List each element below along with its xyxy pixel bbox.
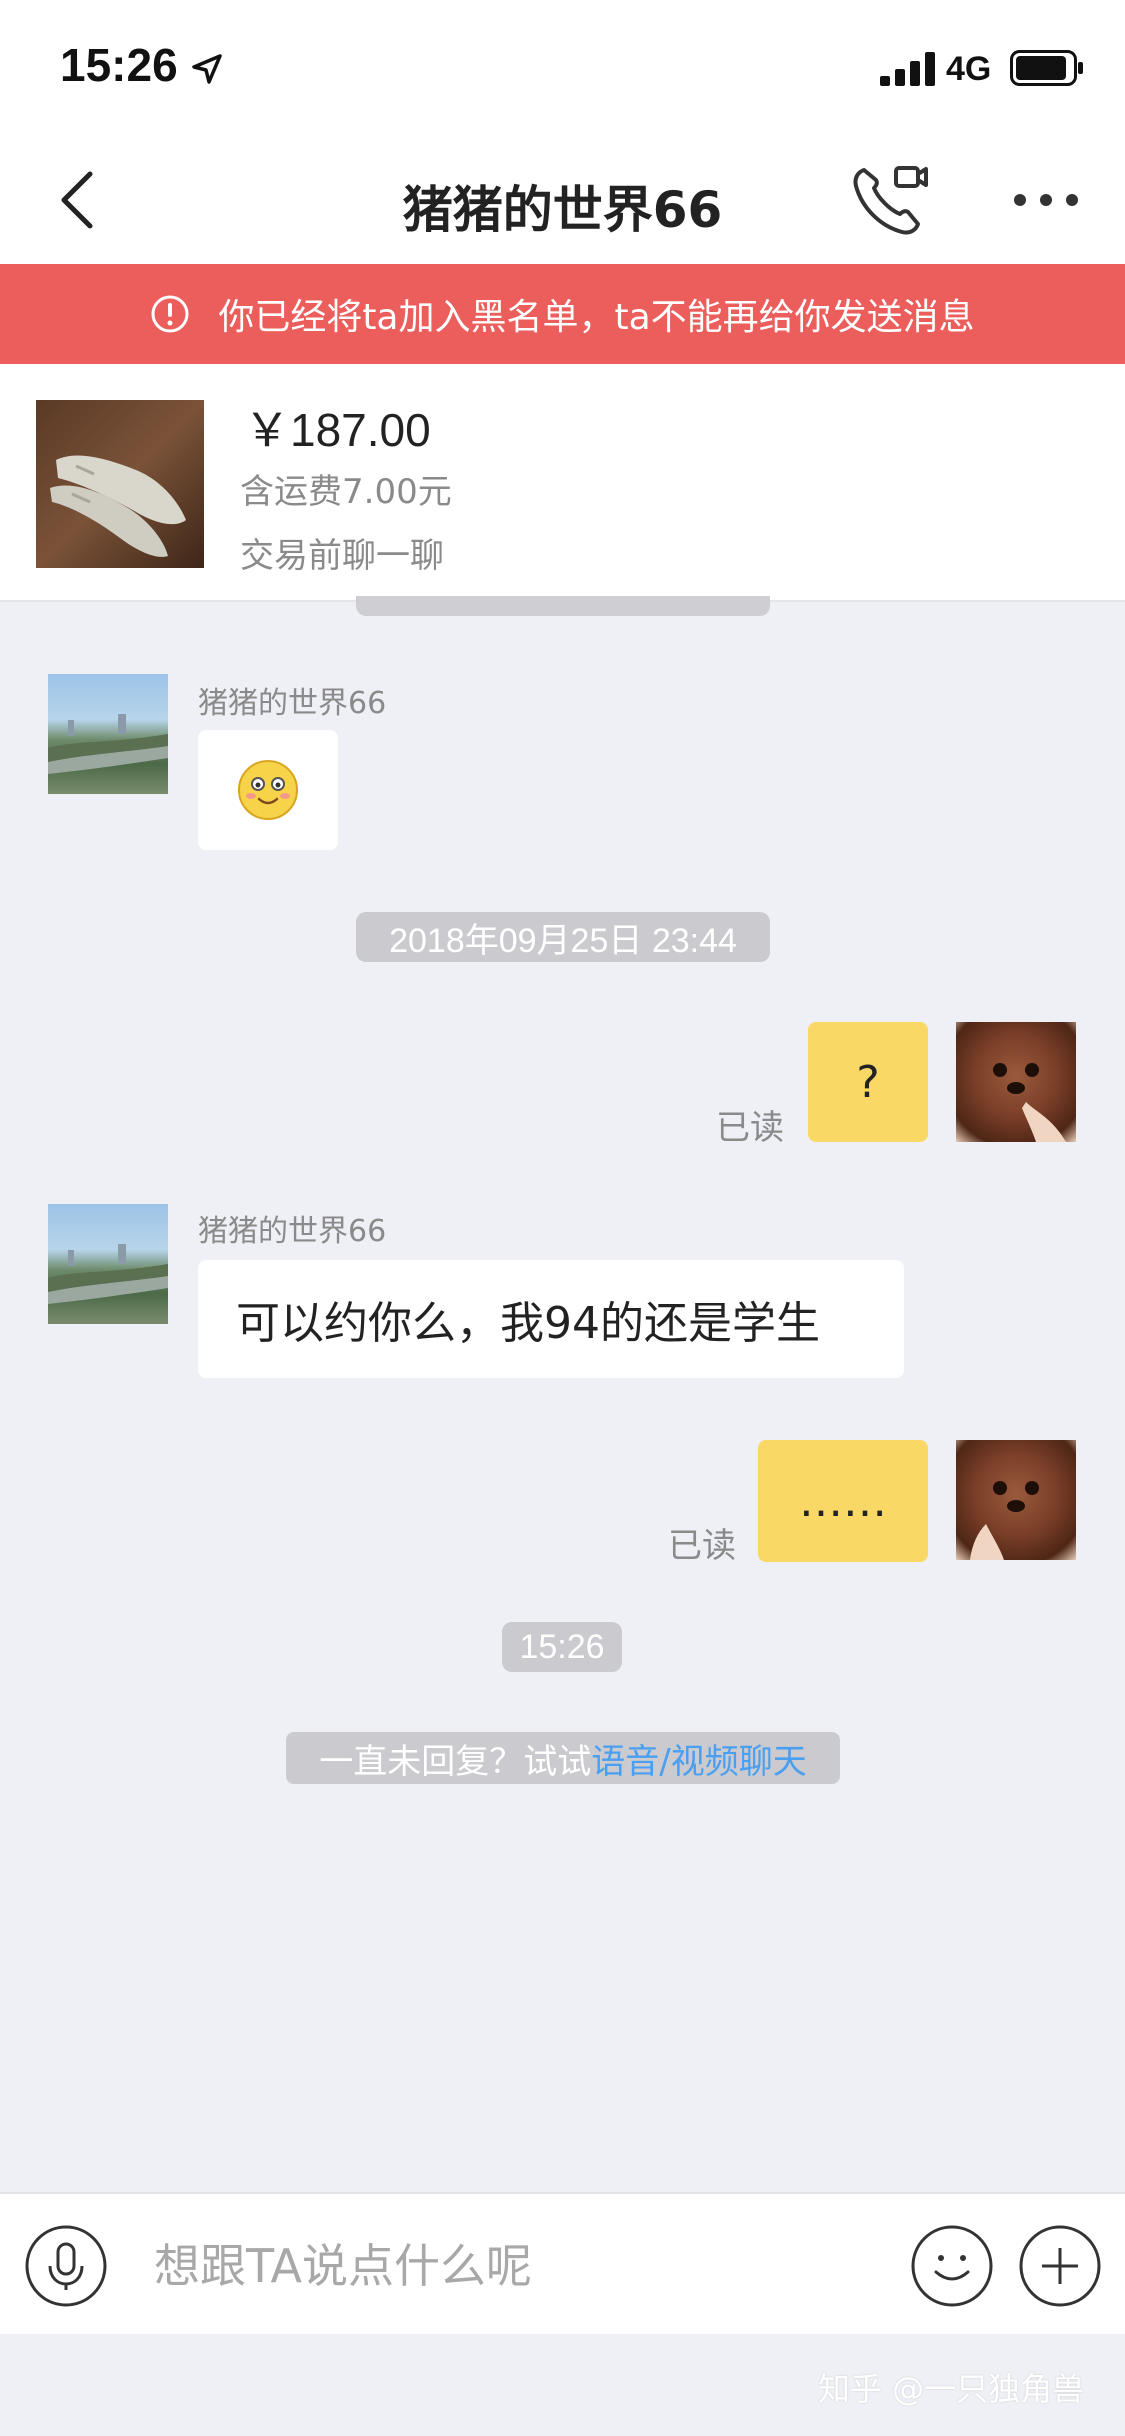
info-icon <box>151 295 189 333</box>
network-label: 4G <box>946 50 992 88</box>
read-status: 已读 <box>668 1526 736 1566</box>
battery-icon <box>1010 50 1083 86</box>
nav-bar: 猪猪的世界66 <box>0 136 1125 264</box>
location-arrow-icon <box>192 54 222 84</box>
my-avatar[interactable] <box>956 1022 1076 1142</box>
shipping-fee: 含运费7.00元 <box>240 472 452 512</box>
incoming-text-bubble[interactable]: 可以约你么，我94的还是学生 <box>198 1260 904 1378</box>
contact-avatar[interactable] <box>48 674 168 794</box>
video-call-icon[interactable] <box>850 162 930 238</box>
dog-photo <box>993 1063 1066 1142</box>
status-time: 15:26 <box>60 39 178 91</box>
read-status: 已读 <box>716 1108 784 1148</box>
landscape-photo <box>48 714 168 774</box>
watermark: 知乎 @一只独角兽 <box>818 2370 1085 2408</box>
incoming-emoji-bubble[interactable] <box>198 730 338 850</box>
call-hint: 一直未回复？试试 语音/视频聊天 <box>286 1732 840 1784</box>
contact-avatar[interactable] <box>48 1204 168 1324</box>
plus-icon[interactable] <box>1018 2224 1102 2308</box>
landscape-photo <box>48 1244 168 1304</box>
emoji-icon[interactable] <box>910 2224 994 2308</box>
timestamp-pill: 15:26 <box>502 1622 622 1672</box>
sender-name: 猪猪的世界66 <box>198 1214 387 1249</box>
blacklist-banner: 你已经将ta加入黑名单，ta不能再给你发送消息 <box>0 264 1125 364</box>
shoe-icon <box>50 455 186 557</box>
outgoing-bubble[interactable]: …… <box>758 1440 928 1562</box>
signal-icon <box>880 52 935 86</box>
microphone-icon[interactable] <box>24 2224 108 2308</box>
product-subtitle: 交易前聊一聊 <box>240 536 444 576</box>
sender-name: 猪猪的世界66 <box>198 686 387 721</box>
hidden-timestamp-pill <box>356 596 770 616</box>
more-icon[interactable] <box>1010 182 1082 218</box>
product-image[interactable] <box>36 400 204 568</box>
status-bar: 15:26 4G <box>0 0 1125 136</box>
dog-photo <box>970 1481 1039 1560</box>
my-avatar[interactable] <box>956 1440 1076 1560</box>
chat-title: 猪猪的世界66 <box>402 181 723 239</box>
timestamp-pill: 2018年09月25日 23:44 <box>356 912 770 962</box>
message-input[interactable] <box>154 2230 874 2302</box>
input-bar <box>0 2192 1125 2334</box>
hint-text: 一直未回复？试试 <box>319 1741 592 1782</box>
voice-video-chat-link[interactable]: 语音/视频聊天 <box>591 1734 806 1783</box>
banner-text: 你已经将ta加入黑名单，ta不能再给你发送消息 <box>218 297 975 338</box>
product-price: ￥187.00 <box>244 404 431 456</box>
smiling-face-emoji-icon <box>238 760 298 820</box>
outgoing-bubble[interactable]: ? <box>808 1022 928 1142</box>
product-card[interactable]: ￥187.00 含运费7.00元 交易前聊一聊 <box>0 364 1125 602</box>
